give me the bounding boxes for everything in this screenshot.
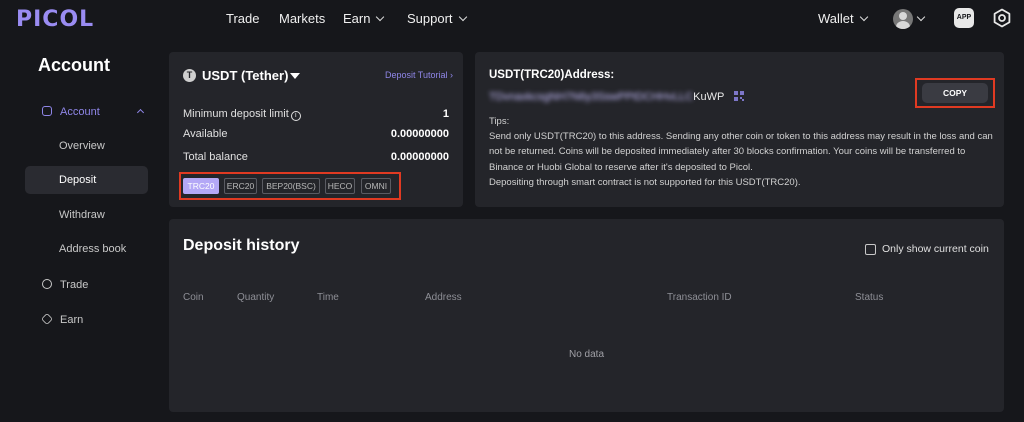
deposit-tutorial-link[interactable]: Deposit Tutorial › xyxy=(385,70,453,80)
sidebar-item-overview[interactable]: Overview xyxy=(59,140,105,152)
avatar-menu-toggle[interactable] xyxy=(916,11,926,26)
network-bep20[interactable]: BEP20(BSC) xyxy=(262,178,320,194)
address-visible: KuWP xyxy=(693,91,725,103)
tips-paragraph: Send only USDT(TRC20) to this address. S… xyxy=(489,131,993,173)
copy-button[interactable]: COPY xyxy=(922,83,988,103)
chevron-down-icon xyxy=(859,12,868,22)
sidebar-item-earn[interactable]: Earn xyxy=(40,312,84,326)
total-balance-label: Total balance xyxy=(183,151,248,163)
column-header: Address xyxy=(425,292,462,303)
column-header: Time xyxy=(317,292,339,303)
sidebar-item-label: Earn xyxy=(60,314,84,326)
address-blurred: TDvnaxkcsgNH7N6y3SswPPtDCHHvLLC xyxy=(489,91,694,103)
sidebar-item-trade[interactable]: Trade xyxy=(42,278,88,291)
info-icon[interactable]: i xyxy=(290,111,301,121)
logo[interactable]: PICOL xyxy=(16,7,94,32)
app-download-icon[interactable]: APP xyxy=(954,8,974,28)
tether-icon: T xyxy=(183,69,196,82)
nav-earn[interactable]: Earn xyxy=(343,11,385,26)
chevron-up-icon xyxy=(136,108,145,117)
coin-panel: T USDT (Tether) Deposit Tutorial › Minim… xyxy=(169,52,463,207)
network-omni[interactable]: OMNI xyxy=(361,178,391,194)
nav-markets[interactable]: Markets xyxy=(279,11,325,26)
address-panel: USDT(TRC20)Address: TDvnaxkcsgNH7N6y3Ssw… xyxy=(475,52,1004,207)
chevron-right-icon: › xyxy=(450,70,453,80)
sidebar-item-label: Trade xyxy=(60,279,89,291)
chevron-down-icon xyxy=(458,12,467,22)
empty-state: No data xyxy=(569,349,605,360)
top-nav: PICOL Trade Markets Earn Support Wallet … xyxy=(0,0,1024,38)
caret-down-icon[interactable] xyxy=(290,73,300,79)
deposit-address[interactable]: TDvnaxkcsgNH7N6y3SswPPtDCHHvLLCKuWP xyxy=(489,90,745,103)
tips-text: Tips: Send only USDT(TRC20) to this addr… xyxy=(489,114,994,190)
sidebar-item-account[interactable]: Account xyxy=(42,105,145,118)
column-header: Status xyxy=(855,292,884,303)
tips-heading: Tips: xyxy=(489,116,510,127)
min-deposit-label-text: Minimum deposit limit xyxy=(183,108,289,120)
network-selector-highlight: TRC20 ERC20 BEP20(BSC) HECO OMNI xyxy=(179,172,401,200)
gear-icon[interactable] xyxy=(992,8,1012,28)
nav-support-label: Support xyxy=(407,11,453,26)
column-header: Transaction ID xyxy=(667,292,732,303)
network-trc20[interactable]: TRC20 xyxy=(183,178,219,194)
nav-wallet-label: Wallet xyxy=(818,11,854,26)
nav-trade[interactable]: Trade xyxy=(226,11,259,26)
min-deposit-value: 1 xyxy=(442,108,449,120)
column-header: Quantity xyxy=(237,292,275,303)
chevron-down-icon xyxy=(376,12,385,22)
min-deposit-label: Minimum deposit limit i xyxy=(183,108,301,121)
network-erc20[interactable]: ERC20 xyxy=(224,178,257,194)
history-title: Deposit history xyxy=(183,237,300,254)
only-current-label[interactable]: Only show current coin xyxy=(882,243,989,255)
deposit-history-panel: Deposit history Only show current coin C… xyxy=(169,219,1004,412)
diamond-icon xyxy=(40,312,54,326)
sidebar-item-withdraw[interactable]: Withdraw xyxy=(59,209,105,221)
avatar[interactable] xyxy=(893,9,913,29)
available-value: 0.00000000 xyxy=(390,128,449,140)
column-header: Coin xyxy=(183,292,204,303)
sidebar-item-address-book[interactable]: Address book xyxy=(59,243,126,255)
nav-wallet[interactable]: Wallet xyxy=(818,11,868,26)
sidebar-item-label: Account xyxy=(60,106,100,118)
address-title: USDT(TRC20)Address: xyxy=(489,69,615,81)
tips-paragraph: Depositing through smart contract is not… xyxy=(489,176,801,188)
copy-button-highlight: COPY xyxy=(915,78,995,108)
network-heco[interactable]: HECO xyxy=(325,178,355,194)
deposit-tutorial-label: Deposit Tutorial xyxy=(384,70,448,80)
sidebar-item-deposit[interactable]: Deposit xyxy=(25,166,148,194)
available-label: Available xyxy=(183,128,228,140)
exchange-icon xyxy=(42,279,52,289)
nav-support[interactable]: Support xyxy=(407,11,467,26)
coin-selector[interactable]: USDT (Tether) xyxy=(202,68,288,83)
chevron-down-icon xyxy=(916,12,926,22)
only-current-checkbox[interactable] xyxy=(865,244,876,255)
wallet-icon xyxy=(42,106,52,116)
qr-code-icon[interactable] xyxy=(734,91,745,101)
total-balance-value: 0.00000000 xyxy=(390,151,449,163)
sidebar-title: Account xyxy=(38,55,110,75)
nav-earn-label: Earn xyxy=(343,11,371,26)
